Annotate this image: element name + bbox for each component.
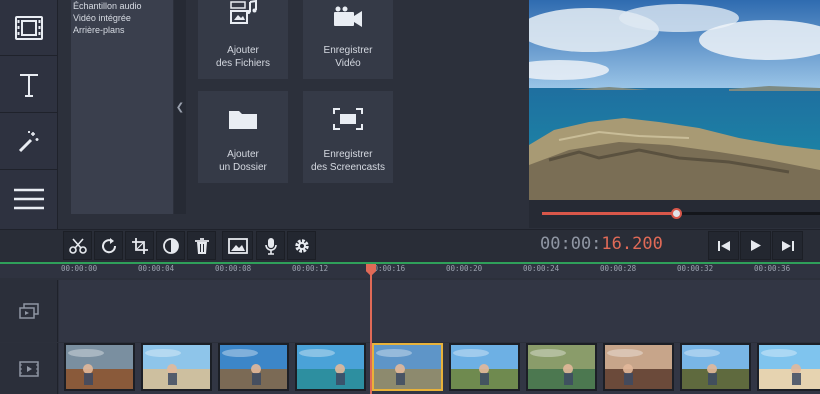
effects-tab-button[interactable] xyxy=(0,114,58,170)
rotate-icon xyxy=(101,237,116,253)
camera-icon xyxy=(334,6,362,27)
skip-forward-icon xyxy=(781,240,794,251)
cut-button[interactable] xyxy=(63,231,92,260)
play-icon xyxy=(750,240,761,251)
library-item[interactable]: Arrière-plans xyxy=(73,25,125,35)
clip-thumbnail xyxy=(528,345,595,389)
color-icon xyxy=(162,237,179,254)
ruler-tick-label: 00:00:04 xyxy=(138,264,175,273)
tile-label: Ajouter xyxy=(227,45,259,56)
tile-label: Vidéo xyxy=(335,58,361,69)
ruler-tick-label: 00:00:36 xyxy=(754,264,791,273)
video-clip[interactable] xyxy=(449,343,520,391)
menu-icon xyxy=(14,188,44,210)
playhead-line[interactable] xyxy=(370,266,372,394)
magic-wand-icon xyxy=(18,130,39,152)
skip-forward-button[interactable] xyxy=(772,231,803,260)
media-tab-button[interactable] xyxy=(0,0,58,56)
timecode-display: 00:00:16.200 xyxy=(540,234,663,254)
settings-icon xyxy=(294,238,309,253)
video-clip[interactable] xyxy=(141,343,212,391)
video-preview[interactable] xyxy=(529,0,820,200)
tile-label: un Dossier xyxy=(219,162,267,173)
crop-button[interactable] xyxy=(125,231,154,260)
ruler-tick-label: 00:00:00 xyxy=(61,264,98,273)
image-button[interactable] xyxy=(222,231,253,260)
add-files-icon xyxy=(230,0,257,24)
library-item[interactable]: Vidéo intégrée xyxy=(73,13,131,23)
record-video-button[interactable]: Enregistrer Vidéo xyxy=(303,0,393,79)
video-clip[interactable] xyxy=(603,343,674,391)
screencast-icon xyxy=(333,108,363,130)
preview-frame xyxy=(529,0,820,200)
tile-label: Enregistrer xyxy=(323,45,373,56)
clip-thumbnail xyxy=(759,345,820,389)
text-icon xyxy=(20,73,38,97)
color-adjust-button[interactable] xyxy=(156,231,185,260)
clip-thumbnail xyxy=(451,345,518,389)
video-clip[interactable] xyxy=(372,343,443,391)
clip-thumbnail xyxy=(220,345,287,389)
video-track-icon xyxy=(18,360,39,377)
seek-handle[interactable] xyxy=(671,208,682,219)
ruler-tick-label: 00:00:28 xyxy=(600,264,637,273)
crop-icon xyxy=(131,237,148,254)
editing-toolbar xyxy=(0,229,820,262)
video-clip[interactable] xyxy=(526,343,597,391)
titles-tab-button[interactable] xyxy=(0,57,58,113)
library-panel: Échantillon audio Vidéo intégrée Arrière… xyxy=(71,0,173,214)
ruler-tick-label: 00:00:12 xyxy=(292,264,329,273)
video-clip[interactable] xyxy=(680,343,751,391)
more-tab-button[interactable] xyxy=(0,171,58,227)
tile-label: des Screencasts xyxy=(311,162,385,173)
overlay-track-header xyxy=(0,280,58,342)
clip-thumbnail xyxy=(143,345,210,389)
cut-icon xyxy=(68,237,87,254)
clip-thumbnail xyxy=(605,345,672,389)
settings-button[interactable] xyxy=(287,231,316,260)
video-clip[interactable] xyxy=(757,343,820,391)
collapse-panel-button[interactable]: ❮ xyxy=(174,0,186,214)
video-track-header xyxy=(0,343,58,394)
clip-thumbnail xyxy=(682,345,749,389)
play-button[interactable] xyxy=(740,231,771,260)
seek-progress xyxy=(542,212,676,215)
video-clip[interactable] xyxy=(295,343,366,391)
overlay-track-icon xyxy=(18,303,39,319)
timecode-prefix: 00:00: xyxy=(540,234,602,254)
rotate-button[interactable] xyxy=(94,231,123,260)
overlay-track[interactable] xyxy=(59,280,820,342)
tile-label: Enregistrer xyxy=(323,149,373,160)
tile-label: Ajouter xyxy=(227,149,259,160)
skip-back-button[interactable] xyxy=(708,231,739,260)
video-clip[interactable] xyxy=(218,343,289,391)
record-screencast-button[interactable]: Enregistrer des Screencasts xyxy=(303,91,393,183)
chevron-left-icon: ❮ xyxy=(175,101,185,113)
image-icon xyxy=(227,237,248,254)
microphone-icon xyxy=(264,237,277,255)
clip-thumbnail xyxy=(66,345,133,389)
clip-thumbnail xyxy=(374,345,441,389)
ruler-tick-label: 00:00:08 xyxy=(215,264,252,273)
film-icon xyxy=(15,15,43,40)
record-audio-button[interactable] xyxy=(256,231,285,260)
clip-thumbnail xyxy=(297,345,364,389)
skip-back-icon xyxy=(717,240,730,251)
ruler-tick-label: 00:00:20 xyxy=(446,264,483,273)
ruler-tick-label: 00:00:32 xyxy=(677,264,714,273)
video-clip[interactable] xyxy=(64,343,135,391)
add-folder-button[interactable]: Ajouter un Dossier xyxy=(198,91,288,183)
timecode-value: 16.200 xyxy=(601,234,663,254)
delete-icon xyxy=(194,237,209,254)
add-files-button[interactable]: Ajouter des Fichiers xyxy=(198,0,288,79)
library-item[interactable]: Échantillon audio xyxy=(73,1,142,11)
folder-icon xyxy=(229,111,257,129)
ruler-tick-label: 00:00:24 xyxy=(523,264,560,273)
tile-label: des Fichiers xyxy=(216,58,270,69)
delete-button[interactable] xyxy=(187,231,216,260)
